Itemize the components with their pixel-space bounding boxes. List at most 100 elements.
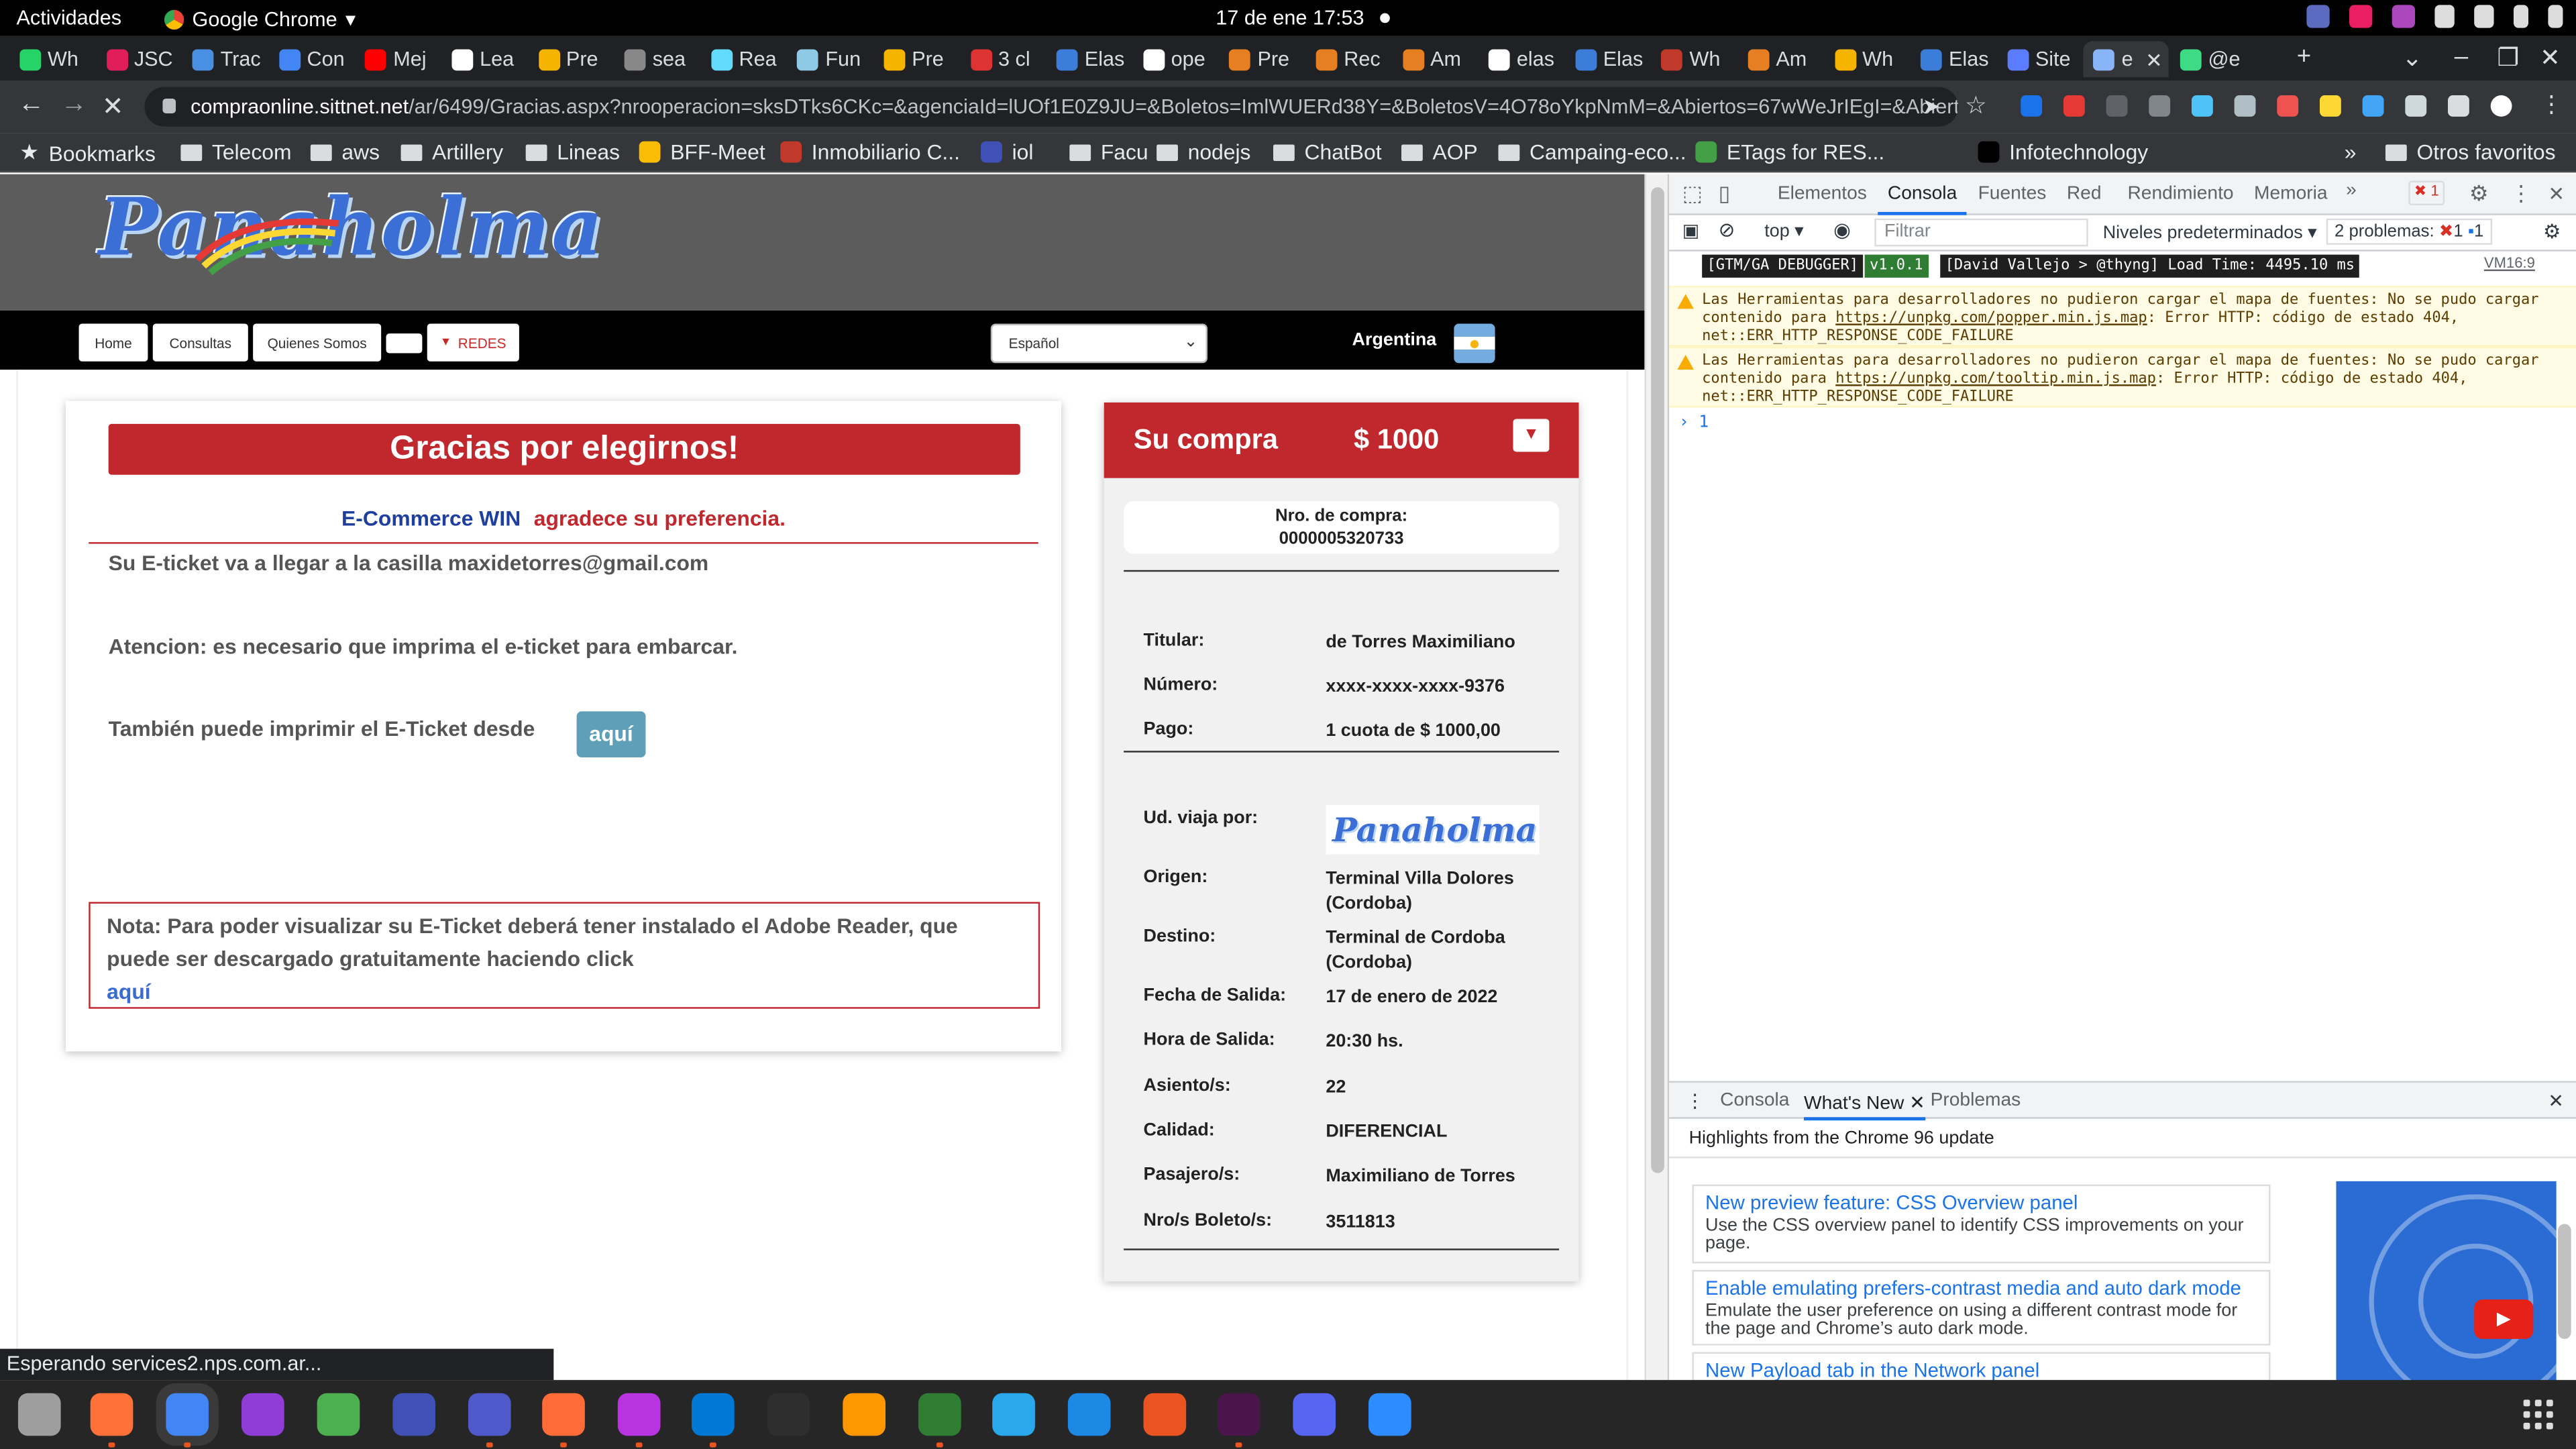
console-filter-input[interactable]: Filtrar — [1874, 218, 2088, 247]
browser-tab[interactable]: Pre — [529, 41, 614, 77]
scrollbar-thumb[interactable] — [1651, 187, 1664, 1173]
browser-tab[interactable]: 3 cl — [961, 41, 1046, 77]
console-input-value[interactable]: 1 — [1699, 414, 1709, 432]
remote-icon[interactable] — [392, 1393, 435, 1436]
volume-icon[interactable] — [2474, 5, 2494, 28]
bookmark-other-favorites[interactable]: Otros favoritos — [2385, 140, 2555, 164]
extension-icon[interactable] — [2021, 95, 2043, 117]
terminal-icon[interactable] — [767, 1393, 810, 1436]
extension-icon[interactable] — [2234, 95, 2256, 117]
nav-empty-button[interactable] — [386, 333, 423, 354]
tab-consola[interactable]: Consola — [1878, 184, 1968, 215]
bookmark-item[interactable]: ChatBot — [1273, 140, 1382, 164]
whats-new-item[interactable]: New Payload tab in the Network panel — [1692, 1352, 2271, 1382]
files-icon[interactable] — [17, 1393, 61, 1436]
slack-icon[interactable] — [1217, 1393, 1260, 1436]
xbox-icon[interactable] — [317, 1393, 360, 1436]
browser-tab[interactable]: Rea — [701, 41, 786, 77]
bookmark-item[interactable]: Artillery — [400, 140, 503, 164]
browser-tab[interactable]: Trac — [182, 41, 268, 77]
whats-new-video-thumbnail[interactable]: ▶ — [2336, 1181, 2557, 1382]
bookmark-star-icon[interactable]: ☆ — [1965, 91, 1987, 120]
whats-new-title[interactable]: New preview feature: CSS Overview panel — [1705, 1191, 2257, 1214]
nav-home[interactable]: Home — [78, 323, 148, 362]
bookmark-item[interactable]: Telecom — [180, 140, 292, 164]
source-map-link[interactable]: https://unpkg.com/tooltip.min.js.map — [1835, 371, 2156, 387]
browser-tab[interactable]: Mej — [356, 41, 441, 77]
browser-tab[interactable]: Pre — [874, 41, 959, 77]
close-window-icon[interactable]: ✕ — [2540, 43, 2561, 72]
browser-tab[interactable]: JSC — [96, 41, 181, 77]
puzzle-icon[interactable] — [2448, 95, 2469, 117]
bookmark-item[interactable]: ETags for RES... — [1695, 140, 1884, 164]
postman-icon[interactable] — [542, 1393, 585, 1436]
vscode-icon[interactable] — [692, 1393, 735, 1436]
browser-tab[interactable]: Wh — [10, 41, 95, 77]
discord-icon[interactable] — [1293, 1393, 1336, 1436]
browser-tab[interactable]: Wh — [1825, 41, 1910, 77]
address-bar[interactable]: compraonline.sittnet.net/ar/6499/Gracias… — [144, 87, 1959, 127]
browser-tab[interactable]: @e — [2170, 41, 2255, 77]
clock[interactable]: 17 de ene 17:53 — [1216, 7, 1364, 30]
inspect-element-icon[interactable]: ⬚ — [1682, 180, 1703, 207]
firefox-icon[interactable] — [90, 1393, 133, 1436]
browser-tab[interactable]: Lea — [442, 41, 527, 77]
browser-tab[interactable]: e ✕ — [2084, 41, 2169, 78]
browser-tab[interactable]: Rec — [1306, 41, 1391, 77]
bookmark-item[interactable]: Campaing-eco... — [1498, 140, 1686, 164]
drawer-tab-consola[interactable]: Consola — [1720, 1091, 1789, 1110]
source-link[interactable]: VM16:9 — [2484, 255, 2535, 271]
console-settings-gear-icon[interactable]: ⚙ — [2543, 220, 2561, 243]
minimize-icon[interactable]: – — [2455, 43, 2468, 71]
tab-search-icon[interactable]: ⌄ — [2402, 43, 2422, 72]
sublime-icon[interactable] — [843, 1393, 886, 1436]
network-app-icon[interactable] — [2306, 5, 2330, 28]
browser-tab[interactable]: Con — [269, 41, 354, 77]
intellij-icon[interactable] — [617, 1393, 661, 1436]
log-levels-select[interactable]: Niveles predeterminados ▾ — [2103, 222, 2317, 243]
nav-quienes-somos[interactable]: Quienes Somos — [253, 323, 382, 362]
nav-consultas[interactable]: Consultas — [152, 323, 248, 362]
extension-icon[interactable] — [2191, 95, 2213, 117]
whats-new-item[interactable]: New preview feature: CSS Overview panel U… — [1692, 1184, 2271, 1264]
sidebar-toggle-icon[interactable]: ▣ — [1682, 220, 1699, 241]
bookmark-item[interactable]: BFF-Meet — [639, 140, 765, 164]
bookmark-item[interactable]: Lineas — [525, 140, 620, 164]
site-logo[interactable]: Panaholma — [99, 182, 604, 274]
firefox-dev-icon[interactable] — [241, 1393, 284, 1436]
tab-memoria[interactable]: Memoria — [2254, 184, 2328, 203]
browser-tab[interactable]: Wh — [1652, 41, 1737, 77]
extension-icon[interactable] — [2106, 95, 2128, 117]
maximize-icon[interactable]: ❐ — [2497, 43, 2519, 72]
drawer-scrollbar-thumb[interactable] — [2558, 1224, 2571, 1339]
whats-new-title[interactable]: Enable emulating prefers-contrast media … — [1705, 1277, 2257, 1299]
adobe-download-link[interactable]: aquí — [107, 976, 1022, 1009]
whats-new-item[interactable]: Enable emulating prefers-contrast media … — [1692, 1270, 2271, 1346]
console-prompt[interactable]: › 1 — [1679, 414, 1709, 432]
eye-icon[interactable]: ◉ — [1833, 219, 1851, 241]
show-apps-icon[interactable] — [2523, 1399, 2553, 1430]
nav-redes-dropdown[interactable]: ▼ REDES — [427, 323, 519, 362]
new-tab-plus-icon[interactable]: + — [2297, 43, 2311, 71]
browser-tab[interactable]: elas — [1479, 41, 1564, 77]
youtube-play-icon[interactable]: ▶ — [2474, 1299, 2534, 1339]
close-icon[interactable]: ✕ — [2548, 182, 2565, 205]
browser-tab[interactable]: Am — [1393, 41, 1478, 77]
more-tabs-icon[interactable]: » — [2346, 180, 2357, 200]
drawer-tab-whats-new[interactable]: What's New ✕ — [1804, 1091, 1925, 1121]
drawer-menu-icon[interactable]: ⋮ — [1686, 1089, 1705, 1112]
microphone-icon[interactable] — [2513, 5, 2529, 28]
drawer-tab-problemas[interactable]: Problemas — [1931, 1091, 2021, 1110]
bookmark-item[interactable]: nodejs — [1157, 140, 1250, 164]
tab-rendimiento[interactable]: Rendimiento — [2127, 184, 2233, 203]
bookmark-item[interactable]: iol — [981, 140, 1033, 164]
avatar[interactable] — [2490, 95, 2512, 117]
browser-tab[interactable]: Pre — [1220, 41, 1305, 77]
tab-elementos[interactable]: Elementos — [1778, 184, 1867, 203]
bookmark-item[interactable]: Facu — [1069, 140, 1148, 164]
bookmark-item[interactable]: Infotechnology — [1978, 140, 2148, 164]
software-icon[interactable] — [1143, 1393, 1187, 1436]
robo3t-icon[interactable] — [918, 1393, 961, 1436]
bookmark-item[interactable]: aws — [310, 140, 380, 164]
language-select[interactable]: Español ⌄ — [990, 323, 1208, 364]
